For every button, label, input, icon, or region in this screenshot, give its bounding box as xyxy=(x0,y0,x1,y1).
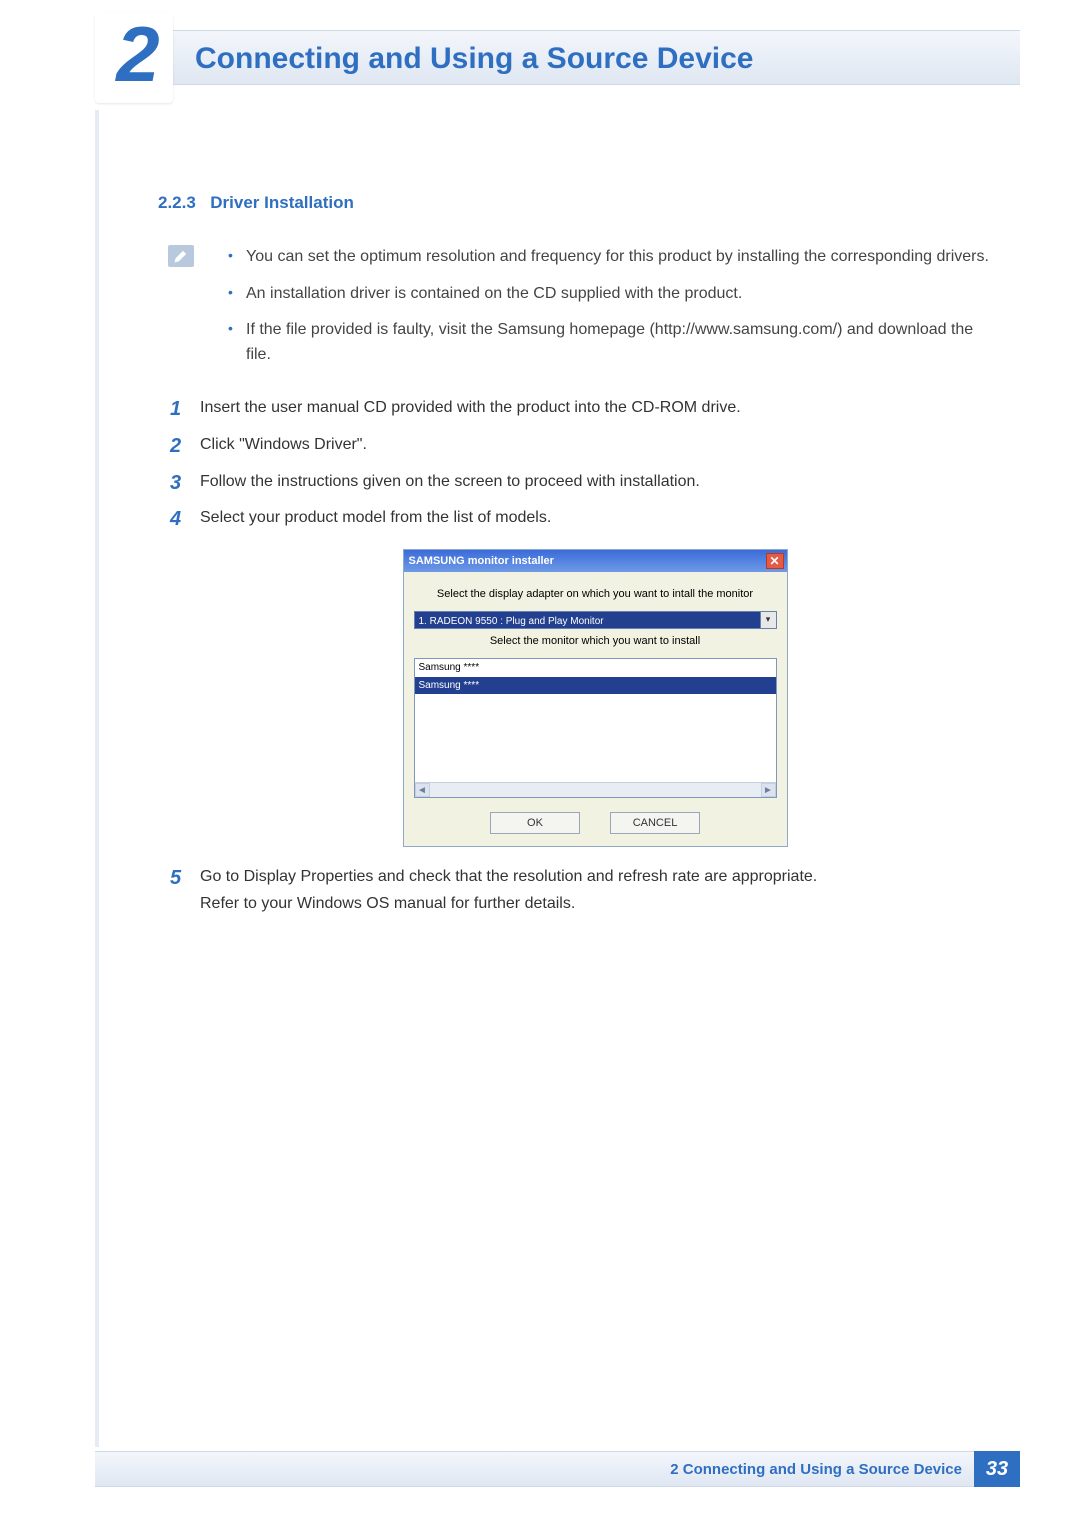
step-number: 1 xyxy=(170,394,181,425)
step-number: 3 xyxy=(170,468,181,499)
close-icon[interactable]: ✕ xyxy=(766,553,784,569)
installer-dialog: SAMSUNG monitor installer ✕ Select the d… xyxy=(403,549,788,847)
step-text: Go to Display Properties and check that … xyxy=(200,868,817,885)
adapter-combobox[interactable]: 1. RADEON 9550 : Plug and Play Monitor ▾ xyxy=(414,611,777,629)
step-text: Select your product model from the list … xyxy=(200,509,551,526)
step-number: 4 xyxy=(170,504,181,535)
adapter-label: Select the display adapter on which you … xyxy=(414,586,777,603)
note-text: An installation driver is contained on t… xyxy=(246,285,742,302)
footer-band: 2 Connecting and Using a Source Device 3… xyxy=(95,1451,1020,1487)
section-number: 2.2.3 xyxy=(158,193,196,212)
footer-text: 2 Connecting and Using a Source Device xyxy=(670,1461,962,1478)
list-item[interactable]: Samsung **** xyxy=(415,659,776,677)
chevron-down-icon[interactable]: ▾ xyxy=(760,612,776,628)
step-item: 2 Click "Windows Driver". xyxy=(170,433,990,458)
note-block: You can set the optimum resolution and f… xyxy=(170,245,990,368)
section-title: Driver Installation xyxy=(210,193,354,212)
step-text: Click "Windows Driver". xyxy=(200,436,367,453)
monitor-label: Select the monitor which you want to ins… xyxy=(414,633,777,650)
step-extra-text: Refer to your Windows OS manual for furt… xyxy=(200,892,990,917)
cancel-button[interactable]: CANCEL xyxy=(610,812,700,834)
installer-figure: SAMSUNG monitor installer ✕ Select the d… xyxy=(403,549,788,847)
note-item: An installation driver is contained on t… xyxy=(228,282,990,307)
step-item: 4 Select your product model from the lis… xyxy=(170,506,990,847)
steps-list: 1 Insert the user manual CD provided wit… xyxy=(170,396,990,917)
dialog-body: Select the display adapter on which you … xyxy=(404,572,787,846)
step-number: 5 xyxy=(170,863,181,894)
scroll-right-icon[interactable]: ► xyxy=(761,783,776,797)
adapter-combobox-value: 1. RADEON 9550 : Plug and Play Monitor xyxy=(415,612,760,628)
side-accent-bar xyxy=(95,110,99,1447)
dialog-titlebar: SAMSUNG monitor installer ✕ xyxy=(404,550,787,572)
ok-button[interactable]: OK xyxy=(490,812,580,834)
note-list: You can set the optimum resolution and f… xyxy=(228,245,990,368)
note-item: You can set the optimum resolution and f… xyxy=(228,245,990,270)
dialog-title: SAMSUNG monitor installer xyxy=(409,553,554,570)
horizontal-scrollbar[interactable]: ◄ ► xyxy=(415,782,776,797)
step-text: Follow the instructions given on the scr… xyxy=(200,473,700,490)
note-text: You can set the optimum resolution and f… xyxy=(246,248,989,265)
step-item: 3 Follow the instructions given on the s… xyxy=(170,470,990,495)
step-item: 5 Go to Display Properties and check tha… xyxy=(170,865,990,917)
section-heading: 2.2.3 Driver Installation xyxy=(158,190,990,217)
note-text: If the file provided is faulty, visit th… xyxy=(246,321,973,363)
note-item: If the file provided is faulty, visit th… xyxy=(228,318,990,368)
dialog-buttons: OK CANCEL xyxy=(414,812,777,834)
chapter-badge: 2 xyxy=(95,13,173,103)
step-number: 2 xyxy=(170,431,181,462)
step-item: 1 Insert the user manual CD provided wit… xyxy=(170,396,990,421)
list-item-selected[interactable]: Samsung **** xyxy=(415,677,776,695)
content-area: 2.2.3 Driver Installation You can set th… xyxy=(158,190,990,929)
chapter-number: 2 xyxy=(116,15,155,93)
page: 2 Connecting and Using a Source Device 2… xyxy=(0,0,1080,1527)
step-text: Insert the user manual CD provided with … xyxy=(200,399,741,416)
scroll-left-icon[interactable]: ◄ xyxy=(415,783,430,797)
page-number-badge: 33 xyxy=(974,1451,1020,1487)
monitor-listbox[interactable]: Samsung **** Samsung **** ◄ ► xyxy=(414,658,777,798)
chapter-title: Connecting and Using a Source Device xyxy=(195,42,753,76)
note-icon xyxy=(168,245,194,267)
